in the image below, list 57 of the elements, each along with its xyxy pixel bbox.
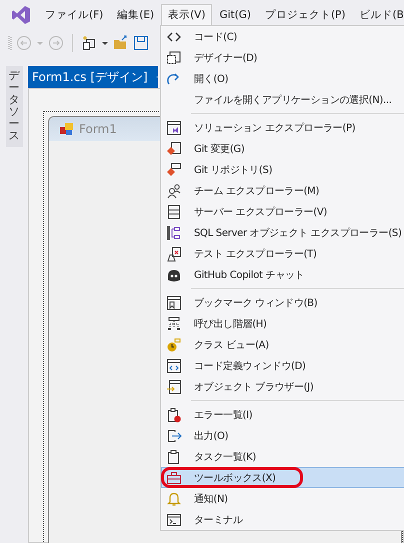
menu-item[interactable]: ターミナル [161, 509, 404, 530]
bell-icon [166, 490, 182, 506]
menu-item[interactable]: ビルド(B [352, 4, 404, 26]
object-browser-icon [166, 378, 182, 394]
menu-item[interactable]: Git(G) [212, 5, 258, 25]
window-icon [166, 50, 182, 66]
menu-item[interactable]: Git リポジトリ(S) [161, 159, 404, 180]
bookmark-window-icon [166, 294, 182, 310]
class-view-icon [166, 336, 182, 352]
new-project-icon[interactable] [81, 35, 97, 51]
save-icon[interactable] [133, 35, 149, 51]
terminal-icon [166, 512, 182, 528]
menu-item[interactable]: 編集(E) [110, 4, 162, 26]
menu-item[interactable]: テスト エクスプローラー(T) [161, 243, 404, 264]
menu-item[interactable]: ブックマーク ウィンドウ(B) [161, 292, 404, 313]
menu-item[interactable]: オブジェクト ブラウザー(J) [161, 376, 404, 397]
menu-item[interactable]: クラス ビュー(A) [161, 334, 404, 355]
menu-item[interactable]: エラー一覧(I) [161, 404, 404, 425]
code-window-icon [166, 358, 182, 374]
menu-item[interactable]: 開く(O) [161, 68, 404, 89]
window-icon [166, 120, 182, 136]
menu-item[interactable]: 表示(V) [161, 4, 212, 26]
menu-item[interactable]: デザイナー(D) [161, 47, 404, 68]
document-tab-title: Form1.cs [デザイン] [32, 68, 148, 86]
toolbar-grip-icon [8, 35, 12, 51]
test-flask-icon [166, 246, 182, 262]
menu-item[interactable]: プロジェクト(P) [258, 4, 352, 26]
menu-item[interactable]: ファイル(F) [38, 4, 110, 26]
form-icon [59, 121, 75, 137]
output-arrow-icon [166, 428, 182, 444]
menu-item[interactable]: 通知(N) [161, 488, 404, 509]
menu-item[interactable]: チーム エクスプローラー(M) [161, 180, 404, 201]
menu-item[interactable]: 呼び出し階層(H) [161, 313, 404, 334]
git-repository-icon [166, 162, 182, 178]
side-tab[interactable]: データソース [6, 66, 22, 147]
clipboard-icon [166, 448, 182, 464]
clipboard-error-icon [166, 406, 182, 422]
document-tab[interactable]: Form1.cs [デザイン] [28, 66, 158, 88]
open-folder-icon[interactable] [113, 35, 129, 51]
menu-item[interactable]: ソリューション エクスプローラー(P) [161, 117, 404, 138]
hierarchy-icon [166, 224, 182, 240]
toolbox-icon [166, 470, 182, 486]
menu-item[interactable]: SQL Server オブジェクト エクスプローラー(S) [161, 222, 404, 243]
menu-item[interactable]: Git 変更(G) [161, 138, 404, 159]
team-icon [166, 182, 182, 198]
form-title: Form1 [79, 122, 117, 136]
menu-item[interactable]: GitHub Copilot チャット [161, 264, 404, 285]
server-icon [166, 204, 182, 220]
call-hierarchy-icon [166, 316, 182, 332]
menu-item[interactable]: コード定義ウィンドウ(D) [161, 355, 404, 376]
menu-item[interactable]: ファイルを開くアプリケーションの選択(N)... [161, 89, 404, 110]
menu-item[interactable]: サーバー エクスプローラー(V) [161, 201, 404, 222]
menu-item[interactable]: 出力(O) [161, 425, 404, 446]
git-changes-icon [166, 140, 182, 156]
menu-item[interactable]: コード(C) [161, 26, 404, 47]
menu-item[interactable]: タスク一覧(K) [161, 446, 404, 467]
app-logo [10, 4, 32, 26]
